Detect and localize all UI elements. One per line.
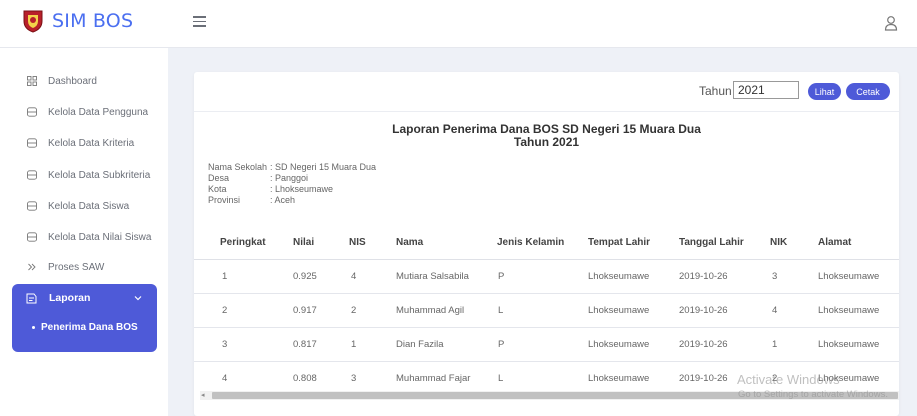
bullet-icon [32,325,35,329]
scroll-left-icon[interactable]: ◂ [201,392,205,399]
cell-nama: Dian Fazila [396,339,444,350]
info-value: : Lhokseumawe [270,184,334,194]
cell-nik: 4 [772,305,778,316]
column-header[interactable]: Tanggal Lahir [679,226,744,260]
sidebar-item-label: Kelola Data Nilai Siswa [48,231,152,243]
cell-nama: Muhammad Agil [396,305,465,316]
table-row: 3 0.817 1 Dian Fazila P Lhokseumawe 2019… [194,328,899,362]
sidebar-item-label: Proses SAW [48,261,105,273]
activate-windows-title: Activate Windows [737,372,840,387]
cell-peringkat: 3 [222,339,228,350]
sidebar-group-laporan: Laporan Penerima Dana BOS [12,284,157,352]
cell-tanggal-lahir: 2019-10-26 [679,305,728,316]
sidebar-item-label: Kelola Data Pengguna [48,106,149,118]
cell-alamat: Lhokseumawe [818,339,880,350]
sidebar-item-proses-saw[interactable]: Proses SAW [0,254,168,280]
info-value: : SD Negeri 15 Muara Dua [270,162,377,172]
activate-windows-hint: Go to Settings to activate Windows. [738,389,888,400]
sidebar-item-kelola-siswa[interactable]: Kelola Data Siswa [0,193,168,219]
column-header[interactable]: NIK [770,226,787,260]
info-key: Desa [208,173,230,183]
sidebar: Dashboard Kelola Data Pengguna Kelola Da… [0,48,168,416]
sidebar-item-dashboard[interactable]: Dashboard [0,68,168,94]
info-value: : Panggoi [270,173,309,183]
cell-peringkat: 2 [222,305,228,316]
report-year: Tahun 2021 [513,135,580,149]
cell-peringkat: 1 [222,271,228,282]
hamburger-icon[interactable] [193,16,206,30]
cell-tempat-lahir: Lhokseumawe [588,305,650,316]
app-title: SIM BOS [52,10,134,32]
column-header[interactable]: Peringkat [220,226,266,260]
column-header[interactable]: Nama [396,226,423,260]
sidebar-item-label: Dashboard [48,75,97,87]
cell-nama: Mutiara Salsabila [396,271,469,282]
user-icon[interactable] [884,15,898,31]
sidebar-group-label: Laporan [49,292,91,304]
report-icon [26,293,37,303]
column-header[interactable]: Alamat [818,226,851,260]
cell-nik: 3 [772,271,778,282]
database-icon [27,232,37,242]
lihat-button[interactable]: Lihat [808,83,841,100]
sidebar-item-label: Kelola Data Siswa [48,200,130,212]
cell-tempat-lahir: Lhokseumawe [588,339,650,350]
cell-tanggal-lahir: 2019-10-26 [679,339,728,350]
database-icon [27,201,37,211]
cell-nis: 1 [351,339,357,350]
column-header[interactable]: Jenis Kelamin [497,226,564,260]
info-key: Kota [208,184,227,194]
database-icon [27,107,37,117]
info-key: Provinsi [208,195,241,205]
tahun-label: Tahun [699,84,732,98]
info-key: Nama Sekolah [208,162,268,172]
cell-tempat-lahir: Lhokseumawe [588,271,650,282]
sidebar-item-kelola-kriteria[interactable]: Kelola Data Kriteria [0,130,168,156]
column-header[interactable]: NIS [349,226,366,260]
double-chevron-icon [28,263,36,271]
chevron-down-icon [134,296,142,301]
column-header[interactable]: Nilai [293,226,314,260]
table-row: 1 0.925 4 Mutiara Salsabila P Lhokseumaw… [194,260,899,294]
cell-nilai: 0.925 [293,271,317,282]
report-card: Tahun Lihat Cetak Laporan Penerima Dana … [194,72,899,416]
tahun-input[interactable] [733,81,799,99]
info-kota: Kota : Lhokseumawe [208,184,333,195]
cetak-button[interactable]: Cetak [846,83,890,100]
cell-jenis-kelamin: P [498,271,505,282]
info-provinsi: Provinsi : Aceh [208,195,295,206]
cell-nis: 4 [351,271,357,282]
sidebar-item-kelola-subkriteria[interactable]: Kelola Data Subkriteria [0,162,168,188]
column-header[interactable]: Tempat Lahir [588,226,650,260]
sidebar-item-label: Kelola Data Subkriteria [48,169,151,181]
cell-nilai: 0.817 [293,339,317,350]
sidebar-item-kelola-nilai-siswa[interactable]: Kelola Data Nilai Siswa [0,224,168,250]
sidebar-subitem-penerima-dana-bos[interactable]: Penerima Dana BOS [12,315,157,339]
info-desa: Desa : Panggoi [208,173,308,184]
database-icon [27,138,37,148]
top-header: SIM BOS [0,0,917,48]
database-icon [27,170,37,180]
table-row: 2 0.917 2 Muhammad Agil L Lhokseumawe 20… [194,294,899,328]
cell-tanggal-lahir: 2019-10-26 [679,271,728,282]
shield-emblem-icon [23,10,43,33]
cell-jenis-kelamin: L [498,305,504,316]
cell-nik: 1 [772,339,778,350]
cell-nis: 2 [351,305,357,316]
grid-icon [27,76,37,86]
sidebar-item-label: Kelola Data Kriteria [48,137,135,149]
filter-bar: Tahun Lihat Cetak [194,72,899,112]
cell-nilai: 0.917 [293,305,317,316]
brand[interactable]: SIM BOS [22,9,133,33]
cell-alamat: Lhokseumawe [818,305,880,316]
cell-alamat: Lhokseumawe [818,271,880,282]
table-header-row: Peringkat Nilai NIS Nama Jenis Kelamin T… [194,226,899,260]
info-nama-sekolah: Nama Sekolah: SD Negeri 15 Muara Dua [208,162,376,173]
cell-jenis-kelamin: P [498,339,505,350]
sidebar-item-kelola-pengguna[interactable]: Kelola Data Pengguna [0,99,168,125]
info-value: : Aceh [270,195,296,205]
sidebar-subitem-label: Penerima Dana BOS [41,321,138,333]
sidebar-item-laporan[interactable]: Laporan [12,284,157,312]
